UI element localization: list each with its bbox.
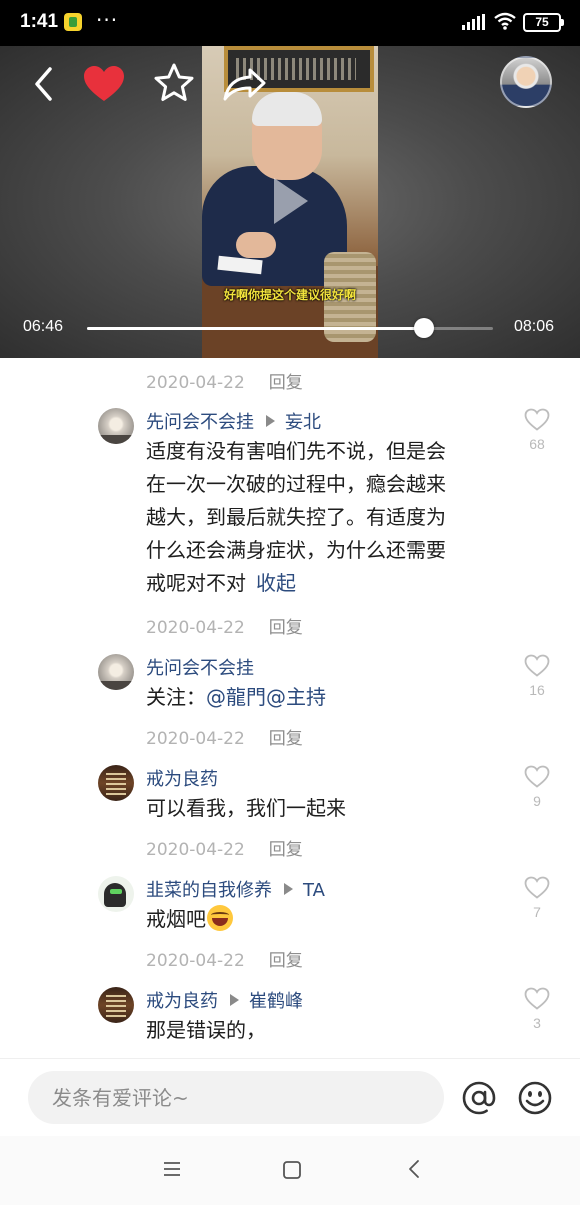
- comment-text-line: 戒呢对不对: [146, 571, 246, 595]
- comment-list[interactable]: 2020-04-22 回复 先问会不会挂 妄北 适度有没有害咱们先不说，但是会 在一…: [0, 358, 580, 1058]
- video-player[interactable]: 好啊你提这个建议很好啊 06:46 08:06: [0, 46, 580, 358]
- like-count: 3: [533, 1015, 541, 1031]
- reply-arrow-icon: [284, 883, 293, 895]
- comment-author[interactable]: 先问会不会挂: [146, 658, 254, 679]
- avatar[interactable]: [98, 876, 134, 912]
- signal-icon: [462, 14, 486, 30]
- reply-button[interactable]: 回复: [269, 373, 303, 393]
- comment-author-line: 韭菜的自我修养 TA: [146, 876, 325, 902]
- comment-date: 2020-04-22: [146, 840, 245, 860]
- comment-author-line: 先问会不会挂 妄北: [146, 408, 321, 434]
- comment-text: 适度有没有害咱们先不说，但是会 在一次一次破的过程中，瘾会越来 越大，到最后就失…: [146, 435, 446, 600]
- comment-meta: 2020-04-22 回复: [146, 724, 303, 749]
- more-notifications-indicator: ···: [96, 8, 119, 32]
- comment-author-line: 戒为良药 崔鹤峰: [146, 987, 303, 1013]
- like-count: 16: [529, 682, 545, 698]
- comment-author[interactable]: 戒为良药: [146, 769, 218, 790]
- reply-target[interactable]: 妄北: [285, 412, 321, 433]
- like-icon[interactable]: [524, 876, 550, 900]
- comment-text-line: 在一次一次破的过程中，瘾会越来: [146, 472, 446, 496]
- reply-target[interactable]: TA: [303, 880, 325, 901]
- laughing-tears-emoji-icon: [207, 905, 233, 931]
- collapse-link[interactable]: 收起: [256, 571, 296, 595]
- like-count: 7: [533, 904, 541, 920]
- progress-thumb[interactable]: [413, 318, 434, 338]
- comment-meta: 2020-04-22 回复: [146, 368, 303, 393]
- battery-indicator: 75: [523, 13, 564, 32]
- app-notification-icon: [64, 13, 82, 31]
- current-time: 06:46: [23, 318, 64, 335]
- mention-link[interactable]: @龍門@主持: [206, 685, 326, 709]
- author-avatar[interactable]: [500, 56, 552, 108]
- avatar[interactable]: [98, 987, 134, 1023]
- like-icon[interactable]: [524, 408, 550, 432]
- comment-author-line: 戒为良药: [146, 765, 218, 791]
- reply-button[interactable]: 回复: [269, 840, 303, 860]
- comment-text: 那是错误的，: [146, 1018, 266, 1042]
- comment-text: 戒烟吧: [146, 903, 233, 936]
- comment-author-line: 先问会不会挂: [146, 654, 254, 680]
- reply-button[interactable]: 回复: [269, 618, 303, 638]
- like-count: 68: [529, 436, 545, 452]
- comment-date: 2020-04-22: [146, 729, 245, 749]
- reply-arrow-icon: [266, 415, 275, 427]
- reply-target[interactable]: 崔鹤峰: [249, 991, 303, 1012]
- comment-date: 2020-04-22: [146, 618, 245, 638]
- comment-author[interactable]: 韭菜的自我修养: [146, 880, 272, 901]
- avatar[interactable]: [98, 654, 134, 690]
- comment-meta: 2020-04-22 回复: [146, 946, 303, 971]
- comment-author[interactable]: 戒为良药: [146, 991, 218, 1012]
- status-bar: 1:41 ··· 75: [0, 0, 580, 46]
- mention-at-icon[interactable]: [462, 1081, 496, 1115]
- total-time: 08:06: [514, 318, 555, 335]
- avatar[interactable]: [98, 408, 134, 444]
- menu-icon[interactable]: [162, 1160, 182, 1178]
- back-icon[interactable]: [28, 64, 64, 104]
- status-time: 1:41: [20, 11, 59, 32]
- comment-date: 2020-04-22: [146, 373, 245, 393]
- wifi-icon: [494, 12, 516, 30]
- system-nav-bar: [0, 1136, 580, 1205]
- comment-text-body: 戒烟吧: [146, 907, 206, 931]
- comment-author[interactable]: 先问会不会挂: [146, 412, 254, 433]
- comment-meta: 2020-04-22 回复: [146, 613, 303, 638]
- reply-arrow-icon: [230, 994, 239, 1006]
- share-icon[interactable]: [222, 64, 268, 104]
- reply-button[interactable]: 回复: [269, 951, 303, 971]
- comment-text-line: 什么还会满身症状，为什么还需要: [146, 538, 446, 562]
- like-icon[interactable]: [524, 987, 550, 1011]
- comment-text-line: 适度有没有害咱们先不说，但是会: [146, 439, 446, 463]
- like-icon[interactable]: [524, 654, 550, 678]
- comment-meta: 2020-04-22 回复: [146, 835, 303, 860]
- comment-text: 可以看我，我们一起来: [146, 796, 346, 820]
- star-icon[interactable]: [153, 62, 195, 104]
- comment-text-line: 越大，到最后就失控了。有适度为: [146, 505, 446, 529]
- play-icon[interactable]: [270, 174, 312, 228]
- comment-text-prefix: 关注：: [146, 685, 206, 709]
- emoji-icon[interactable]: [518, 1081, 552, 1115]
- like-count: 9: [533, 793, 541, 809]
- reply-button[interactable]: 回复: [269, 729, 303, 749]
- heart-icon[interactable]: [82, 64, 126, 104]
- comment-text: 关注：@龍門@主持: [146, 681, 326, 714]
- avatar[interactable]: [98, 765, 134, 801]
- nav-back-icon[interactable]: [404, 1158, 424, 1180]
- home-icon[interactable]: [282, 1160, 302, 1180]
- comment-input-bar: [0, 1058, 580, 1136]
- like-icon[interactable]: [524, 765, 550, 789]
- video-subtitle: 好啊你提这个建议很好啊: [223, 288, 356, 302]
- comment-date: 2020-04-22: [146, 951, 245, 971]
- comment-input[interactable]: [28, 1071, 444, 1124]
- progress-slider[interactable]: [87, 318, 493, 338]
- progress-fill: [87, 327, 424, 330]
